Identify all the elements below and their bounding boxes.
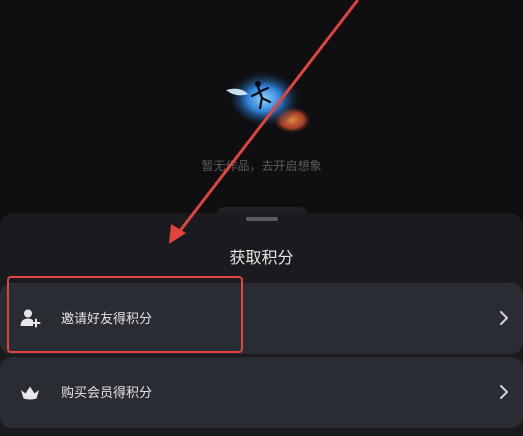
crown-icon (21, 386, 39, 400)
sheet-drag-handle[interactable] (246, 217, 278, 221)
chevron-right-icon (500, 311, 508, 325)
chevron-right-icon (500, 385, 508, 399)
sheet-title: 获取积分 (229, 248, 294, 267)
works-empty-state: 暂无作品，去开启想象 (0, 0, 523, 221)
buy-membership-label: 购买会员得积分 (61, 386, 153, 401)
annotation-highlight-box (7, 276, 243, 353)
empty-state-text: 暂无作品，去开启想象 (201, 159, 322, 173)
empty-state-illustration (226, 69, 312, 134)
buy-membership-row[interactable]: 购买会员得积分 (0, 357, 523, 428)
app-screen: 暂无作品，去开启想象 获取积分 邀请好友得积分 购买会员得积分 (0, 0, 523, 436)
